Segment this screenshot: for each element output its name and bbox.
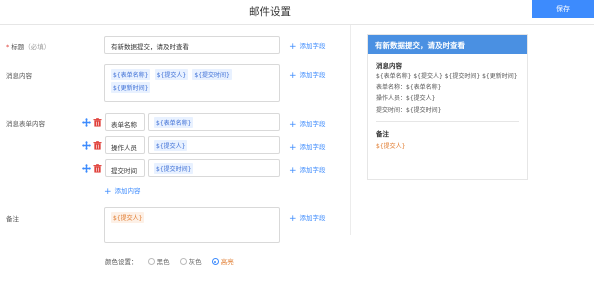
- add-field-label: 添加字段: [299, 166, 326, 174]
- message-content-box[interactable]: ${表单名称} ${提交人} ${提交时间} ${更新时间}: [104, 64, 280, 102]
- row-key-field[interactable]: 操作人员: [105, 136, 145, 154]
- move-icon[interactable]: [82, 141, 91, 150]
- title-hint: （必填）: [24, 43, 51, 51]
- color-setting: 颜色设置： 黑色 灰色 高亮: [105, 256, 234, 266]
- title-label: * 标题（必填）: [6, 41, 50, 51]
- preview-remark-heading: 备注: [376, 130, 389, 138]
- remark-tag[interactable]: ${提交人}: [111, 212, 145, 223]
- page-title: 邮件设置: [249, 6, 291, 18]
- add-field-label: 添加字段: [299, 214, 326, 222]
- remark-label: 备注: [6, 215, 19, 223]
- message-tag[interactable]: ${更新时间}: [111, 82, 151, 93]
- radio-black-label[interactable]: 黑色: [157, 258, 170, 266]
- plus-icon: +: [289, 120, 297, 130]
- preview-line-key: 操作人员：: [376, 95, 407, 102]
- preview-remark-text: ${提交人}: [376, 143, 406, 150]
- row-value-tag[interactable]: ${表单名称}: [154, 117, 194, 128]
- preview-message-text: ${表单名称} ${提交人} ${提交时间} ${更新时间}: [376, 73, 518, 80]
- preview-line-value: ${提交时间}: [406, 106, 442, 114]
- row-value-field[interactable]: ${提交人}: [148, 136, 280, 154]
- title-input-value: 有新数据提交，请及时查看: [111, 43, 189, 51]
- title-label-text: 标题: [11, 43, 25, 51]
- plus-icon: +: [104, 187, 112, 197]
- preview-divider: [376, 121, 519, 122]
- move-icon[interactable]: [82, 164, 91, 173]
- preview-line: 操作人员：${提交人}: [376, 93, 519, 105]
- add-field-label: 添加字段: [299, 71, 326, 79]
- plus-icon: +: [289, 42, 297, 52]
- move-icon[interactable]: [82, 118, 91, 127]
- title-input[interactable]: 有新数据提交，请及时查看: [104, 36, 280, 54]
- preview-line-value: ${提交人}: [406, 95, 436, 102]
- row-value-field[interactable]: ${提交时间}: [148, 159, 280, 177]
- row-actions: [82, 164, 104, 174]
- preview-line-key: 提交时间：: [376, 106, 407, 114]
- preview-title: 有新数据提交，请及时查看: [368, 35, 527, 54]
- radio-gray[interactable]: [179, 258, 187, 265]
- add-field-label: 添加字段: [299, 143, 326, 151]
- row-key-field[interactable]: 提交时间: [105, 159, 145, 177]
- title-add-field-link[interactable]: + 添加字段: [289, 40, 326, 52]
- radio-highlight-label[interactable]: 高亮: [221, 258, 234, 266]
- radio-black[interactable]: [147, 258, 155, 265]
- radio-gray-label[interactable]: 灰色: [189, 258, 202, 266]
- preview-line-value: ${表单名称}: [406, 83, 442, 91]
- trash-icon[interactable]: [93, 164, 102, 173]
- top-bar: 邮件设置 保存: [0, 0, 594, 22]
- plus-icon: +: [289, 166, 297, 176]
- message-form-label: 消息表单内容: [6, 120, 45, 128]
- add-content-label: 添加内容: [114, 187, 141, 195]
- required-mark: *: [6, 43, 10, 51]
- trash-icon[interactable]: [93, 118, 102, 127]
- row-key-field[interactable]: 表单名称: [105, 113, 145, 131]
- radio-highlight[interactable]: [211, 258, 219, 265]
- row-add-field-link[interactable]: + 添加字段: [289, 141, 326, 153]
- preview-line: 表单名称：${表单名称}: [376, 82, 519, 94]
- message-label: 消息内容: [6, 72, 32, 80]
- message-add-field-link[interactable]: + 添加字段: [289, 69, 326, 81]
- preview-message-heading: 消息内容: [376, 62, 402, 70]
- preview-body: 消息内容 ${表单名称} ${提交人} ${提交时间} ${更新时间} 表单名称…: [368, 54, 527, 156]
- plus-icon: +: [289, 71, 297, 81]
- preview-card: 有新数据提交，请及时查看 消息内容 ${表单名称} ${提交人} ${提交时间}…: [367, 34, 528, 180]
- row-value-field[interactable]: ${表单名称}: [148, 113, 280, 131]
- add-content-link[interactable]: + 添加内容: [104, 185, 141, 197]
- message-tag[interactable]: ${提交时间}: [192, 69, 232, 80]
- row-add-field-link[interactable]: + 添加字段: [289, 164, 326, 176]
- add-field-label: 添加字段: [299, 42, 326, 50]
- message-tag[interactable]: ${表单名称}: [111, 69, 151, 80]
- row-value-tag[interactable]: ${提交人}: [154, 140, 188, 151]
- header-divider: [0, 24, 594, 25]
- row-value-tag[interactable]: ${提交时间}: [154, 163, 194, 174]
- save-button[interactable]: 保存: [532, 0, 594, 18]
- preview-line-key: 表单名称：: [376, 83, 407, 91]
- message-tag[interactable]: ${提交人}: [154, 69, 189, 80]
- panel-divider: [350, 25, 351, 235]
- row-add-field-link[interactable]: + 添加字段: [289, 118, 326, 130]
- row-actions: [82, 118, 104, 128]
- remark-add-field-link[interactable]: + 添加字段: [289, 212, 326, 224]
- add-field-label: 添加字段: [299, 120, 326, 128]
- trash-icon[interactable]: [93, 141, 102, 150]
- row-actions: [82, 141, 104, 151]
- preview-line: 提交时间：${提交时间}: [376, 105, 519, 117]
- remark-box[interactable]: ${提交人}: [104, 207, 280, 243]
- plus-icon: +: [289, 214, 297, 224]
- plus-icon: +: [289, 143, 297, 153]
- color-label: 颜色设置：: [105, 258, 138, 266]
